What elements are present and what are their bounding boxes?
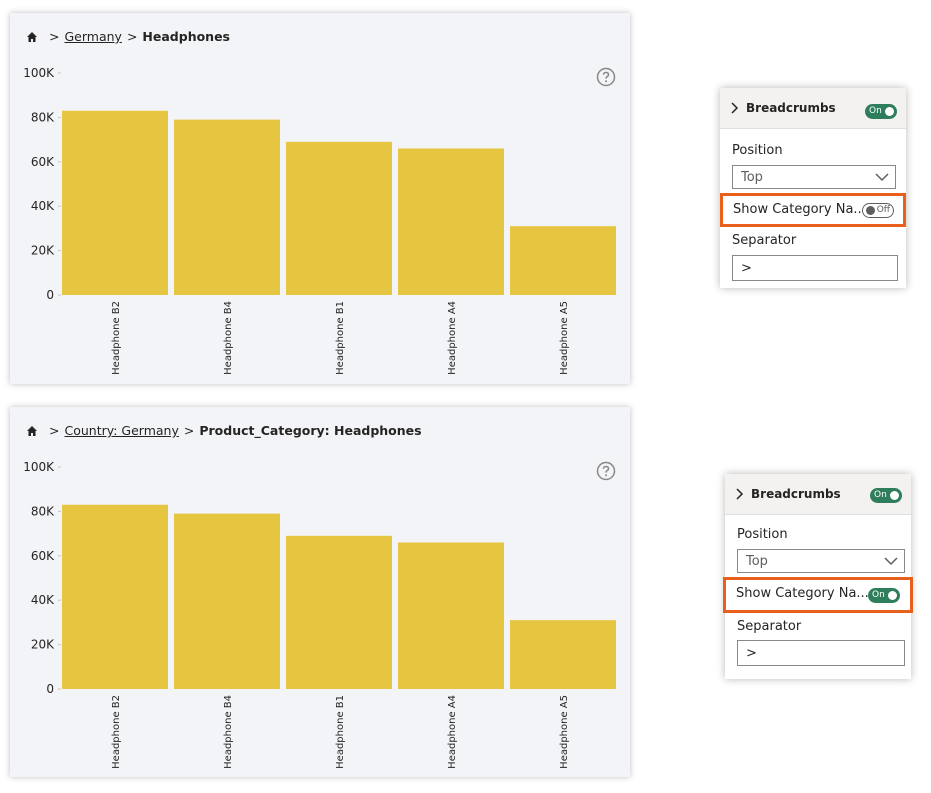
toggle-knob [885,107,894,116]
x-tick-label: Headphone A5 [559,301,570,375]
breadcrumbs-toggle[interactable]: On [865,104,897,119]
bar [286,535,392,689]
toggle-knob [866,206,875,215]
position-dropdown[interactable]: Top [737,549,905,573]
x-tick-label: Headphone A4 [447,695,458,769]
separator-value: > [741,261,752,276]
x-tick-label: Headphone B1 [335,695,346,769]
show-category-name-row[interactable]: Show Category Na... Off [720,193,906,227]
separator-label: Separator [737,619,802,634]
toggle-label: Off [876,205,890,215]
x-tick-label: Headphone B4 [223,695,234,769]
toggle-knob [888,591,897,600]
toggle-label: On [874,490,887,500]
bar-chart: 0 20K 40K 60K 80K 100K Headphone B2 Headphone B… [23,66,616,375]
bar [174,119,280,296]
chevron-right-icon[interactable] [735,488,745,500]
chart-visual-1[interactable]: > Germany > Headphones 0 20K 40K 60K 80K 100K… [10,13,630,384]
breadcrumbs-toggle[interactable]: On [870,488,902,503]
separator-input[interactable]: > [732,255,898,281]
y-tick-label: 100K [23,66,55,80]
toggle-label: On [872,590,885,600]
bar [510,226,616,295]
bar [62,504,168,689]
y-tick-label: 60K [31,155,55,169]
bar [62,110,168,296]
y-tick-label: 80K [31,110,55,124]
x-tick-label: Headphone B2 [111,301,122,375]
x-tick-label: Headphone B2 [111,695,122,769]
y-tick-label: 40K [31,593,55,607]
breadcrumbs-section-header[interactable]: Breadcrumbs On [725,474,911,515]
bar-chart: 0 20K 40K 60K 80K 100K Headphone B2 Headphone B… [23,460,616,769]
position-label: Position [732,143,783,158]
chevron-right-icon[interactable] [730,102,740,114]
x-tick-label: Headphone A5 [559,695,570,769]
x-tick-label: Headphone B1 [335,301,346,375]
bar [398,542,504,689]
x-tick-label: Headphone B4 [223,301,234,375]
show-category-name-row[interactable]: Show Category Na... On [723,577,913,613]
x-tick-label: Headphone A4 [447,301,458,375]
y-tick-label: 0 [46,682,54,696]
format-pane-breadcrumbs: Breadcrumbs On Position Top Show Categor… [720,88,906,288]
chevron-down-icon [884,557,898,566]
position-dropdown[interactable]: Top [732,165,896,189]
bar [286,141,392,295]
position-label: Position [737,527,788,542]
bar [174,513,280,689]
show-category-name-label: Show Category Na... [736,586,869,601]
position-value: Top [746,554,768,569]
chevron-down-icon [875,173,889,182]
bar [510,620,616,689]
show-category-name-toggle[interactable]: Off [862,203,894,218]
y-tick-label: 40K [31,199,55,213]
y-tick-label: 80K [31,504,55,518]
position-value: Top [741,170,763,185]
show-category-name-toggle[interactable]: On [868,588,900,603]
y-tick-label: 20K [31,638,55,652]
y-tick-label: 60K [31,549,55,563]
y-tick-label: 100K [23,460,55,474]
separator-label: Separator [732,233,797,248]
bar [398,148,504,295]
show-category-name-label: Show Category Na... [733,202,866,217]
y-tick-label: 0 [46,288,54,302]
toggle-label: On [869,106,882,116]
format-pane-breadcrumbs: Breadcrumbs On Position Top Show Categor… [723,474,913,679]
section-title: Breadcrumbs [751,487,841,501]
y-tick-label: 20K [31,244,55,258]
separator-input[interactable]: > [737,640,905,666]
breadcrumbs-section-header[interactable]: Breadcrumbs On [720,88,906,129]
toggle-knob [890,491,899,500]
section-title: Breadcrumbs [746,101,836,115]
separator-value: > [746,646,757,661]
chart-visual-2[interactable]: > Country: Germany > Product_Category: H… [10,407,630,777]
